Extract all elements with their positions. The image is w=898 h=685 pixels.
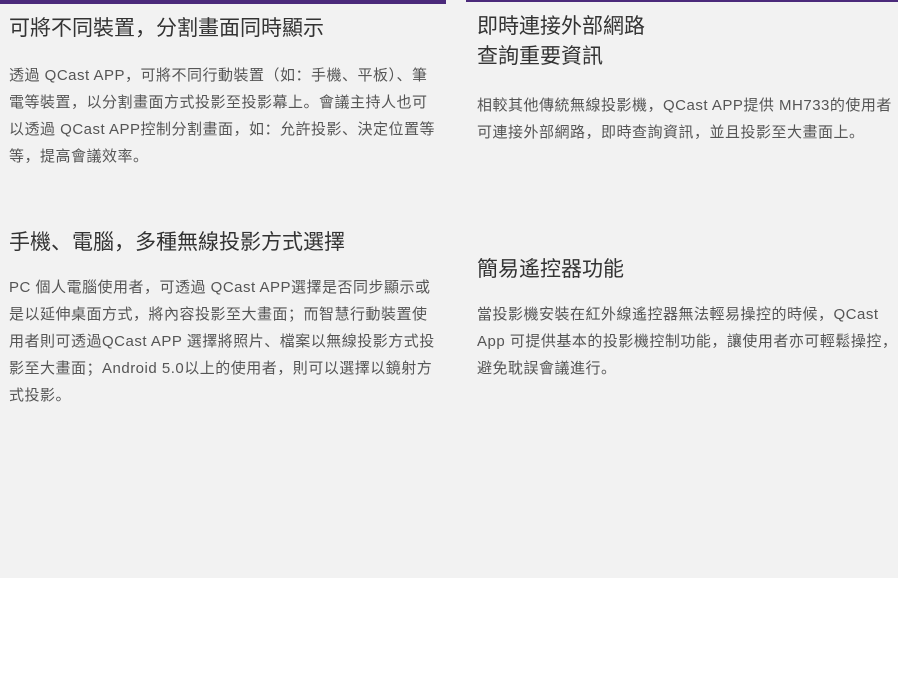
feature-title: 即時連接外部網路 查詢重要資訊 — [477, 15, 645, 68]
feature-split-screen: 可將不同裝置，分割畫面同時顯示 透過 QCast APP，可將不同行動裝置（如：… — [9, 14, 439, 170]
feature-description: PC 個人電腦使用者，可透過 QCast APP選擇是否同步顯示或是以延伸桌面方… — [9, 279, 435, 404]
feature-description: 透過 QCast APP，可將不同行動裝置（如：手機、平板）、筆電等裝置，以分割… — [9, 67, 436, 165]
feature-title: 手機、電腦，多種無線投影方式選擇 — [9, 231, 345, 254]
feature-description: 相較其他傳統無線投影機，QCast APP提供 MH733的使用者可連接外部網路… — [477, 97, 892, 141]
accent-bar-left — [0, 0, 446, 4]
feature-wireless-projection: 手機、電腦，多種無線投影方式選擇 PC 個人電腦使用者，可透過 QCast AP… — [9, 228, 439, 409]
feature-remote-control: 簡易遙控器功能 當投影機安裝在紅外線遙控器無法輕易操控的時候，QCast App… — [477, 255, 898, 382]
feature-title: 可將不同裝置，分割畫面同時顯示 — [9, 17, 324, 40]
feature-panel: 可將不同裝置，分割畫面同時顯示 透過 QCast APP，可將不同行動裝置（如：… — [0, 0, 898, 578]
accent-bar-right — [466, 0, 898, 2]
feature-description: 當投影機安裝在紅外線遙控器無法輕易操控的時候，QCast App 可提供基本的投… — [477, 306, 898, 377]
feature-title: 簡易遙控器功能 — [477, 258, 624, 281]
feature-internet-access: 即時連接外部網路 查詢重要資訊 相較其他傳統無線投影機，QCast APP提供 … — [477, 12, 898, 146]
